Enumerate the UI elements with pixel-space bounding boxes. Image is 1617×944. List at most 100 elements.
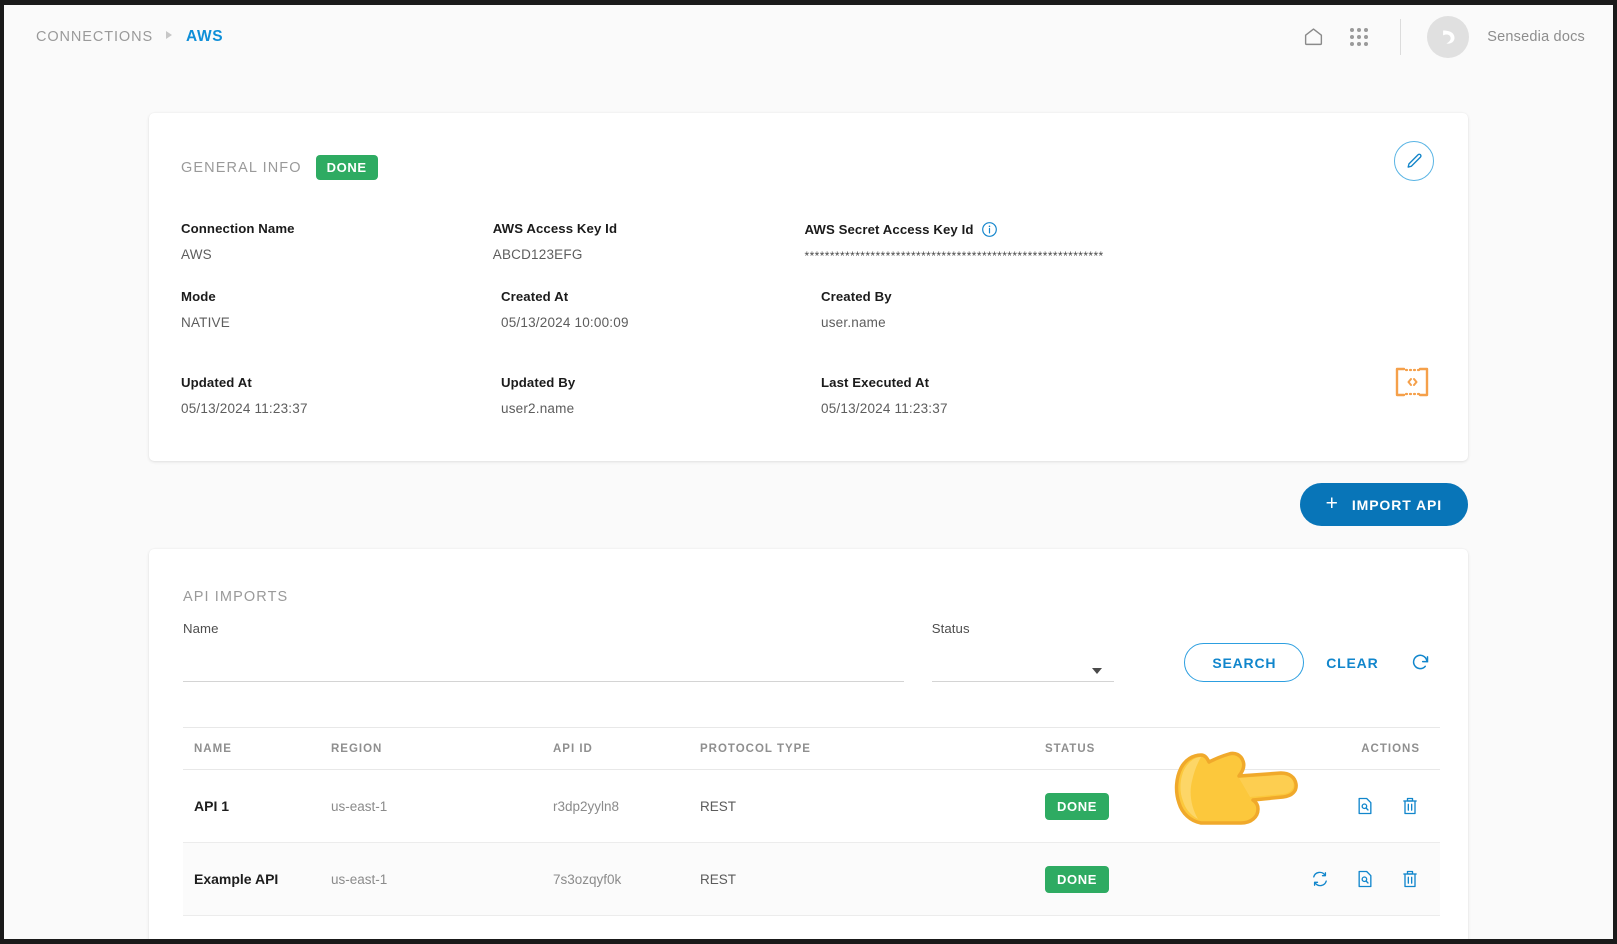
field-row: Mode NATIVE Created At 05/13/2024 10:00:… <box>181 289 1428 330</box>
field-label: AWS Secret Access Key Id <box>805 221 1429 238</box>
table-row[interactable]: Example API us-east-1 7s3ozqyf0k REST DO… <box>183 843 1440 916</box>
breadcrumb-connections[interactable]: CONNECTIONS <box>36 29 153 45</box>
header-divider <box>1400 18 1402 55</box>
import-api-button[interactable]: + IMPORT API <box>1299 483 1468 526</box>
field-updated-at: Updated At 05/13/2024 11:23:37 <box>181 375 501 416</box>
api-imports-title: API IMPORTS <box>183 589 289 605</box>
cell-region: us-east-1 <box>331 798 388 814</box>
import-api-label: IMPORT API <box>1351 496 1442 513</box>
top-bar-actions: Sensedia docs <box>1290 14 1585 60</box>
field-value: user.name <box>821 315 886 330</box>
general-info-card: GENERAL INFO DONE Connection Name AWS AW… <box>149 113 1468 461</box>
column-header-actions: ACTIONS <box>1361 742 1420 755</box>
info-circle-icon[interactable] <box>981 221 998 238</box>
cell-protocol: REST <box>700 871 737 887</box>
field-value: 05/13/2024 11:23:37 <box>821 401 948 416</box>
field-value: AWS <box>181 247 212 262</box>
field-label: Last Executed At <box>821 375 930 390</box>
field-connection-name: Connection Name AWS <box>181 221 493 263</box>
status-badge: DONE <box>1045 865 1109 893</box>
field-label: Mode <box>181 289 216 304</box>
code-brackets-icon[interactable] <box>1390 360 1434 409</box>
field-label: Connection Name <box>181 221 295 236</box>
apps-grid-icon[interactable] <box>1336 14 1382 60</box>
delete-icon[interactable] <box>1400 869 1420 889</box>
field-row: Updated At 05/13/2024 11:23:37 Updated B… <box>181 375 1428 416</box>
field-value: ABCD123EFG <box>492 247 583 262</box>
cell-api-id: r3dp2yyln8 <box>553 798 620 814</box>
name-filter-label: Name <box>183 621 219 636</box>
status-filter-group: Status <box>931 621 1115 682</box>
table-row[interactable]: API 1 us-east-1 r3dp2yyln8 REST DONE <box>183 770 1440 843</box>
field-created-at: Created At 05/13/2024 10:00:09 <box>501 289 821 330</box>
field-aws-access-key-id: AWS Access Key Id ABCD123EFG <box>493 221 805 263</box>
apps-grid-dots <box>1350 27 1369 46</box>
cell-region: us-east-1 <box>331 871 388 887</box>
cell-status: DONE <box>1045 865 1223 893</box>
refresh-icon[interactable] <box>1401 643 1440 682</box>
cell-api-id: 7s3ozqyf0k <box>553 871 622 887</box>
general-info-fields: Connection Name AWS AWS Access Key Id AB… <box>181 221 1428 416</box>
field-value: 05/13/2024 11:23:37 <box>181 401 308 416</box>
search-input[interactable] <box>183 656 904 682</box>
field-value: 05/13/2024 10:00:09 <box>501 315 629 330</box>
field-label: Updated By <box>501 375 576 390</box>
breadcrumb-aws[interactable]: AWS <box>186 28 223 46</box>
status-select[interactable] <box>931 656 1115 682</box>
field-created-by: Created By user.name <box>821 289 1141 330</box>
resync-icon[interactable] <box>1310 869 1330 889</box>
import-api-row: + IMPORT API <box>149 483 1468 526</box>
field-label: Updated At <box>181 375 252 390</box>
field-label: Created At <box>501 289 569 304</box>
view-details-icon[interactable] <box>1355 796 1375 816</box>
table-header-row: NAME REGION API ID PROTOCOL TYPE STATUS … <box>183 728 1440 770</box>
table-row[interactable]: DONE <box>183 916 1440 939</box>
field-label-text: AWS Secret Access Key Id <box>804 222 974 237</box>
plus-icon: + <box>1325 492 1339 515</box>
clear-button[interactable]: CLEAR <box>1304 643 1400 682</box>
field-label: AWS Access Key Id <box>492 221 618 236</box>
search-button[interactable]: SEARCH <box>1184 643 1305 682</box>
cell-name: API 1 <box>194 798 230 814</box>
general-info-header: GENERAL INFO DONE <box>181 155 1428 180</box>
field-updated-by: Updated By user2.name <box>501 375 821 416</box>
status-filter-label: Status <box>931 621 970 636</box>
api-imports-card: API IMPORTS Name Status SEARCH CLEAR NAM… <box>149 549 1468 939</box>
cell-name: Example API <box>194 871 279 887</box>
breadcrumb-separator-icon <box>165 30 174 43</box>
name-filter-group: Name <box>183 621 904 682</box>
column-header-name: NAME <box>194 742 232 755</box>
filter-bar: Name Status SEARCH CLEAR <box>183 621 1440 682</box>
top-bar: CONNECTIONS AWS Sensedia docs <box>4 5 1613 68</box>
home-icon[interactable] <box>1290 14 1336 60</box>
field-value: user2.name <box>501 401 575 416</box>
field-value: NATIVE <box>181 315 230 330</box>
view-details-icon[interactable] <box>1355 869 1375 889</box>
avatar[interactable] <box>1427 15 1470 58</box>
status-badge: DONE <box>315 155 378 180</box>
status-badge: DONE <box>1045 938 1109 939</box>
page-title: GENERAL INFO <box>181 159 302 176</box>
field-aws-secret-access-key-id: AWS Secret Access Key Id ***************… <box>805 221 1429 263</box>
api-imports-table: NAME REGION API ID PROTOCOL TYPE STATUS … <box>183 727 1440 939</box>
column-header-status: STATUS <box>1045 742 1096 755</box>
column-header-api-id: API ID <box>553 742 593 755</box>
breadcrumb: CONNECTIONS AWS <box>36 28 223 46</box>
browser-viewport: CONNECTIONS AWS Sensedia docs GENERAL IN… <box>0 0 1617 944</box>
cell-protocol: REST <box>700 798 737 814</box>
delete-icon[interactable] <box>1400 796 1420 816</box>
field-last-executed-at: Last Executed At 05/13/2024 11:23:37 <box>821 375 1141 416</box>
column-header-protocol: PROTOCOL TYPE <box>700 742 811 755</box>
sensedia-docs-label[interactable]: Sensedia docs <box>1487 29 1585 45</box>
cell-actions <box>1223 796 1440 816</box>
cell-status: DONE <box>1045 792 1223 820</box>
field-value: ****************************************… <box>804 249 1104 263</box>
cell-actions <box>1223 869 1440 889</box>
cell-status: DONE <box>1045 938 1223 939</box>
column-header-region: REGION <box>331 742 383 755</box>
field-mode: Mode NATIVE <box>181 289 501 330</box>
field-row: Connection Name AWS AWS Access Key Id AB… <box>181 221 1428 263</box>
status-badge: DONE <box>1045 792 1109 820</box>
field-label: Created By <box>821 289 892 304</box>
edit-button[interactable] <box>1394 141 1434 181</box>
